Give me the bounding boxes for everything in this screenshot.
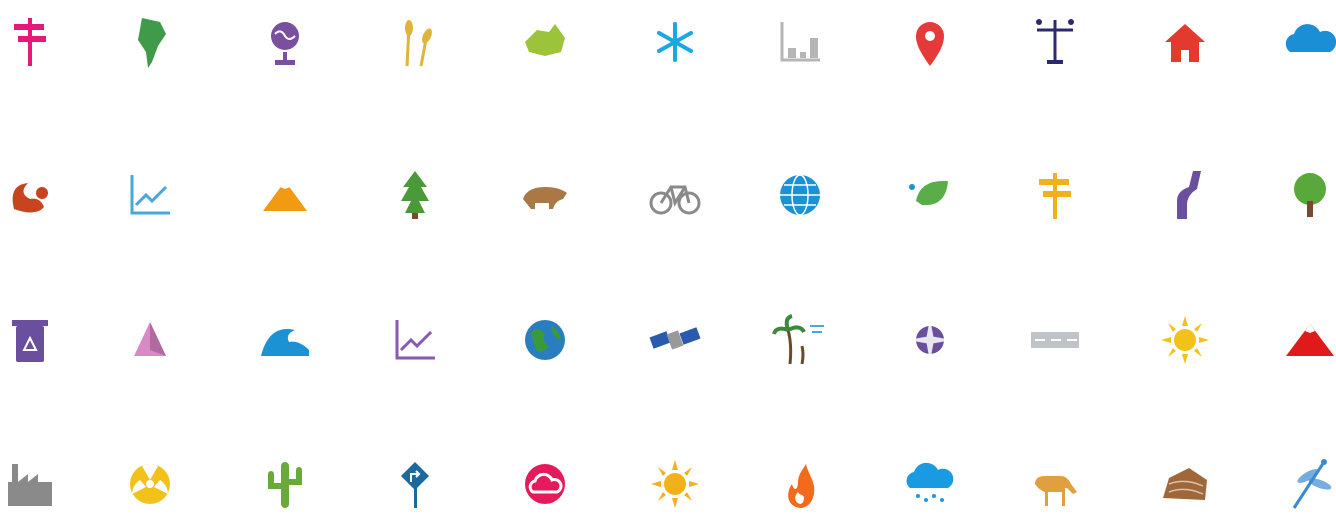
house-icon xyxy=(1155,12,1215,72)
cloud-circle-icon xyxy=(515,454,575,514)
squirrel-icon xyxy=(0,165,60,225)
deer-icon xyxy=(1025,454,1085,514)
trend-chart-icon xyxy=(385,310,445,370)
pyramid-icon xyxy=(120,310,180,370)
line-chart-icon xyxy=(120,165,180,225)
wheat-icon xyxy=(385,12,445,72)
highway-icon xyxy=(1025,310,1085,370)
turn-sign-icon xyxy=(385,454,445,514)
dragonfly-icon xyxy=(1280,454,1336,514)
rock-icon xyxy=(1155,454,1215,514)
direction-sign-icon xyxy=(1025,165,1085,225)
snowflake-icon xyxy=(645,12,705,72)
leaf-droplet-icon xyxy=(900,165,960,225)
signpost-icon xyxy=(0,12,60,72)
globe-icon xyxy=(770,165,830,225)
earth-icon xyxy=(515,310,575,370)
satellite-icon xyxy=(645,310,705,370)
rain-cloud-icon xyxy=(900,454,960,514)
fire-icon xyxy=(770,454,830,514)
mountain-icon xyxy=(255,165,315,225)
bear-icon xyxy=(515,165,575,225)
deciduous-tree-icon xyxy=(1280,165,1336,225)
radiation-icon xyxy=(120,454,180,514)
red-mountain-icon xyxy=(1280,310,1336,370)
compass-rose-icon xyxy=(900,310,960,370)
pine-tree-icon xyxy=(385,165,445,225)
factory-icon xyxy=(0,454,60,514)
bar-chart-icon xyxy=(770,12,830,72)
palm-trees-wind-icon xyxy=(770,310,830,370)
weather-vane-icon xyxy=(1025,12,1085,72)
cloud-icon xyxy=(1280,12,1336,72)
wave-icon xyxy=(255,310,315,370)
icon-grid xyxy=(0,0,1336,514)
sun-rays-icon xyxy=(645,454,705,514)
south-america-icon xyxy=(120,12,180,72)
australia-icon xyxy=(515,12,575,72)
recycle-bin-icon xyxy=(0,310,60,370)
bicycle-icon xyxy=(645,165,705,225)
cactus-icon xyxy=(255,454,315,514)
map-pin-icon xyxy=(900,12,960,72)
road-icon xyxy=(1155,165,1215,225)
sun-icon xyxy=(1155,310,1215,370)
globe-stand-icon xyxy=(255,12,315,72)
